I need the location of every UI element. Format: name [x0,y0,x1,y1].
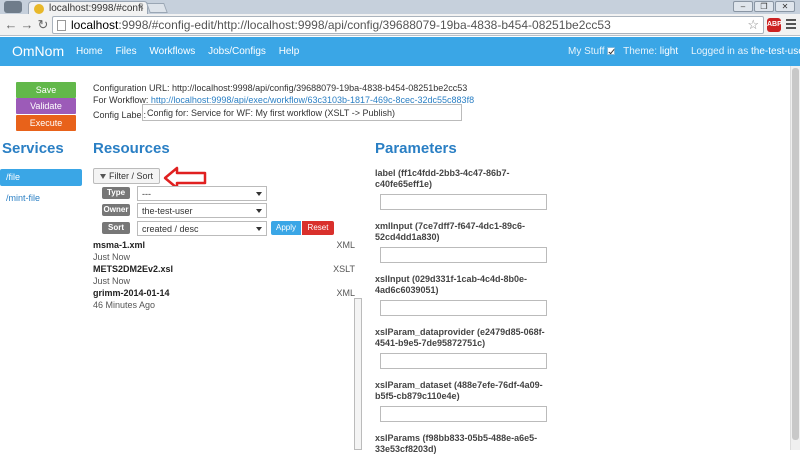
config-label-input[interactable]: Config for: Service for WF: My first wor… [142,104,462,121]
parameter-field: xslInput (029d331f-1cab-4c4d-8b0e- 4ad6c6… [375,274,555,316]
filter-tag-type: Type [102,187,130,199]
my-stuff-checkbox[interactable] [606,47,615,55]
scrollbar-thumb[interactable] [792,68,799,440]
parameter-label: xmlInput (7ce7dff7-f647-4dc1-89c6- 52cd4d… [375,221,526,242]
back-icon[interactable]: ← [3,17,19,33]
logged-in-label: Logged in as [690,46,749,57]
parameter-input[interactable] [380,353,547,369]
chevron-down-icon [256,209,262,213]
adblock-icon[interactable]: ABP [767,18,782,32]
save-button[interactable]: Save [16,82,76,98]
parameter-label: xslParam_dataset (488e7efe-76df-4a09- b5f… [375,380,543,401]
resource-type: XSLT [333,264,355,274]
parameter-input[interactable] [380,406,547,422]
tab-title: localhost:9998/#confi [49,3,143,14]
filter-icon [99,174,106,179]
username[interactable]: the-test-user [751,46,800,57]
parameter-field: xmlInput (7ce7dff7-f647-4dc1-89c6- 52cd4d… [375,221,555,263]
resource-type: XML [336,288,355,298]
service-item-mint-file[interactable]: /mint-file [0,190,82,207]
filter-sort-button[interactable]: Filter / Sort [93,168,160,184]
parameter-input[interactable] [380,194,547,210]
chevron-down-icon [256,227,262,231]
parameter-label: xslInput (029d331f-1cab-4c4d-8b0e- 4ad6c6… [375,274,528,295]
close-window-icon[interactable]: ✕ [775,1,795,12]
theme-label: Theme: [623,46,658,57]
brand-logo[interactable]: OmNom [12,43,64,59]
filter-tag-sort: Sort [102,222,130,234]
filter-sort-label: Filter / Sort [108,171,153,181]
parameter-field: xslParams (f98bb833-05b5-488e-a6e5- 33e53… [375,433,555,455]
reload-icon[interactable]: ↻ [35,17,51,33]
browser-menu-icon[interactable] [786,18,796,30]
resource-type: XML [336,240,355,250]
services-heading: Services [2,140,64,157]
parameter-field: xslParam_dataset (488e7efe-76df-4a09- b5f… [375,380,555,422]
restore-icon[interactable]: ❐ [754,1,774,12]
parameter-label: xslParams (f98bb833-05b5-488e-a6e5- 33e53… [375,433,538,454]
resource-time: Just Now [93,252,131,262]
nav-workflows[interactable]: Workflows [149,46,195,57]
workflow-prefix: For Workflow: [93,95,149,105]
validate-button[interactable]: Validate [16,98,76,114]
nav-home[interactable]: Home [76,46,103,57]
incognito-icon [4,1,22,13]
window-scrollbar[interactable] [790,66,800,450]
new-tab-button[interactable] [146,3,168,13]
type-select[interactable]: --- [137,186,267,201]
app-navbar: OmNom Home Files Workflows Jobs/Configs … [0,37,800,66]
nav-files[interactable]: Files [115,46,136,57]
filter-tag-owner: Owner [102,204,130,216]
browser-tab[interactable]: localhost:9998/#confi × [28,1,148,15]
bookmark-star-icon[interactable]: ☆ [747,17,759,33]
nav-jobs-configs[interactable]: Jobs/Configs [208,46,266,57]
execute-button[interactable]: Execute [16,115,76,131]
owner-select[interactable]: the-test-user [137,203,267,218]
sort-select[interactable]: created / desc [137,221,267,236]
service-item-file[interactable]: /file [0,169,82,186]
nav-help[interactable]: Help [279,46,300,57]
favicon-icon [34,4,44,14]
resource-time: 46 Minutes Ago [93,300,156,310]
parameter-label: xslParam_dataprovider (e2479d85-068f- 454… [375,327,545,348]
parameters-heading: Parameters [375,140,457,157]
parameter-input[interactable] [380,247,547,263]
browser-toolbar: ← → ↻ localhost:9998/#config-edit/http:/… [0,14,800,36]
parameter-field: xslParam_dataprovider (e2479d85-068f- 454… [375,327,555,369]
resource-time: Just Now [93,276,131,286]
apply-button[interactable]: Apply [271,221,301,235]
forward-icon[interactable]: → [19,17,35,33]
resource-name: METS2DM2Ev2.xsl [93,264,174,274]
my-stuff-label: My Stuff [568,46,605,57]
reset-button[interactable]: Reset [302,221,334,235]
nav-right: My Stuff Theme: light Logged in as the-t… [568,46,800,57]
address-bar[interactable]: localhost:9998/#config-edit/http://local… [52,16,764,34]
config-label-caption: Config Label: [93,110,147,120]
browser-titlebar: localhost:9998/#confi × – ❐ ✕ [0,0,800,15]
theme-toggle[interactable]: light [660,46,678,57]
resources-heading: Resources [93,140,170,157]
config-info: Configuration URL: http://localhost:9998… [93,82,474,106]
resource-name: msma-1.xml [93,240,146,250]
resource-name: grimm-2014-01-14 [93,288,170,298]
parameter-field: label (ff1c4fdd-2bb3-4c47-86b7- c40fe65ef… [375,168,555,210]
chevron-down-icon [256,192,262,196]
resources-scrollbar[interactable] [354,298,362,450]
page-icon [57,20,66,31]
config-url: Configuration URL: http://localhost:9998… [93,83,468,93]
minimize-icon[interactable]: – [733,1,753,12]
url-text: localhost:9998/#config-edit/http://local… [71,18,611,32]
nav-links: Home Files Workflows Jobs/Configs Help [76,46,309,57]
close-tab-icon[interactable]: × [138,2,144,13]
parameter-label: label (ff1c4fdd-2bb3-4c47-86b7- c40fe65ef… [375,168,510,189]
parameter-input[interactable] [380,300,547,316]
